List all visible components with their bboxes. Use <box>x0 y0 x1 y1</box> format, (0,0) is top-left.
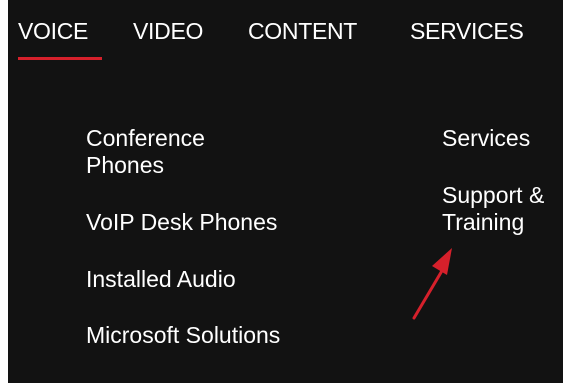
screenshot-frame: VOICE VIDEO CONTENT SERVICES Conference … <box>0 0 563 391</box>
nav-content[interactable]: CONTENT <box>248 18 357 45</box>
menu-link-microsoft-solutions[interactable]: Microsoft Solutions <box>86 322 280 349</box>
nav-video[interactable]: VIDEO <box>133 18 203 45</box>
menu-link-support-training[interactable]: Support & Training <box>442 182 562 242</box>
nav-services[interactable]: SERVICES <box>410 18 524 45</box>
active-nav-underline <box>18 57 102 60</box>
menu-link-conference-phones[interactable]: Conference Phones <box>86 125 246 179</box>
menu-link-services[interactable]: Services <box>442 125 530 152</box>
menu-link-installed-audio[interactable]: Installed Audio <box>86 266 236 293</box>
menu-link-voip-desk-phones[interactable]: VoIP Desk Phones <box>86 209 277 236</box>
nav-voice[interactable]: VOICE <box>18 18 88 45</box>
